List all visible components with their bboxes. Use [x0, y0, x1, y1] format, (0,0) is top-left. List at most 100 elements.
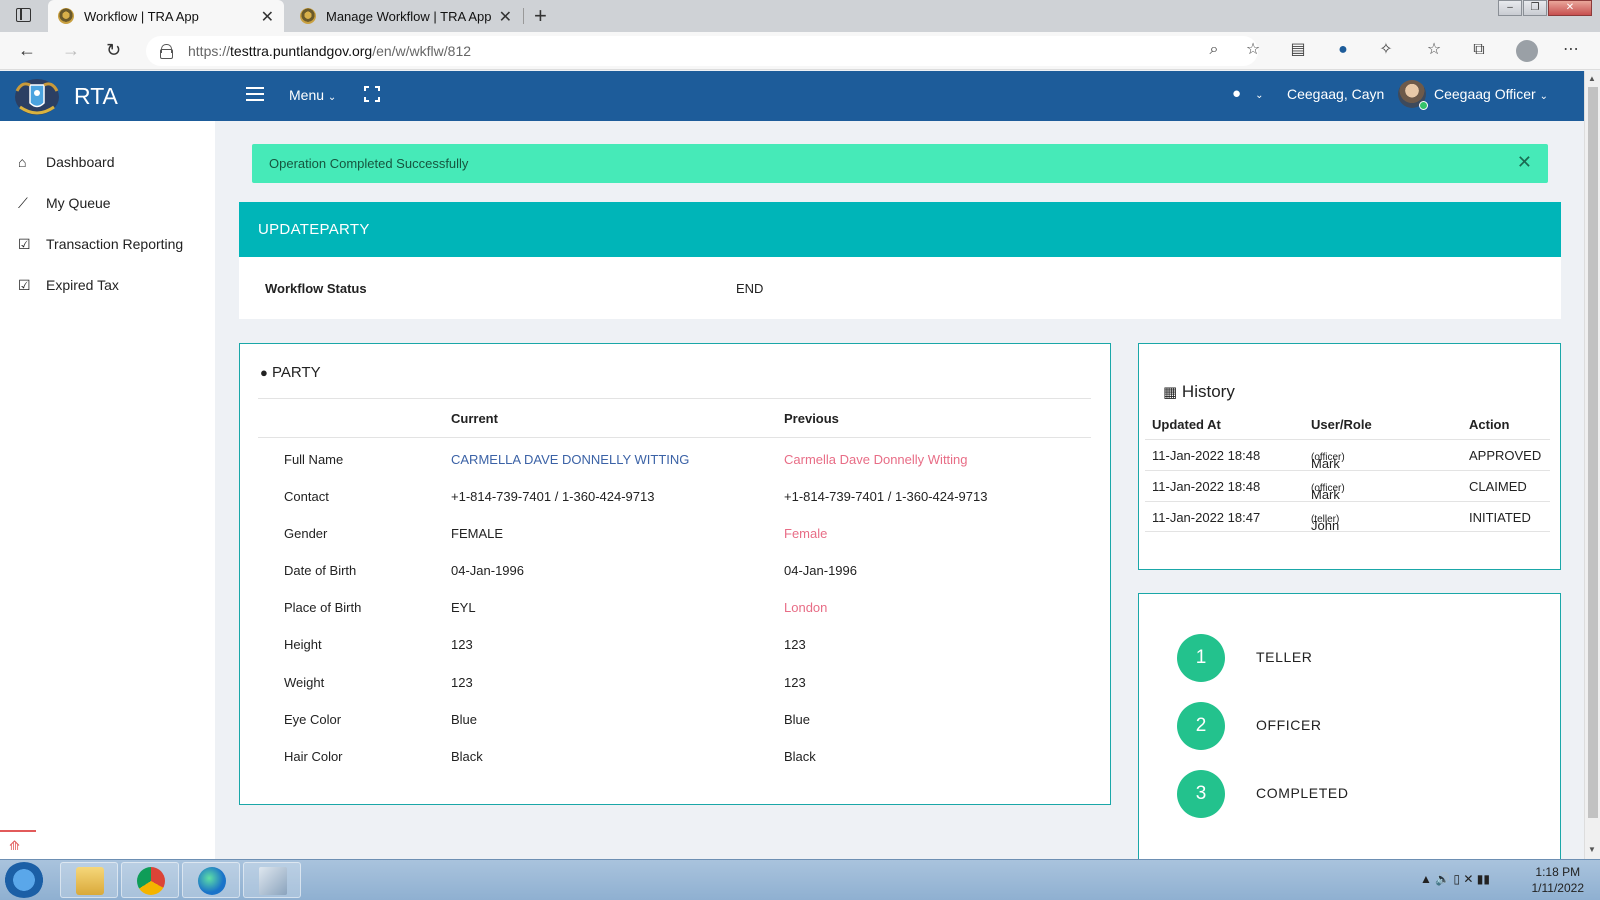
menu-label: Menu: [289, 87, 325, 103]
tra-favicon-icon: [58, 8, 74, 24]
step-number-badge: 3: [1177, 770, 1225, 818]
history-title: ▦ History: [1163, 382, 1235, 402]
sidebar-item-transaction-reporting[interactable]: ☑ Transaction Reporting: [0, 224, 215, 264]
sidebar-item-dashboard[interactable]: ⌂ Dashboard: [0, 142, 215, 182]
sidebar-item-label: Dashboard: [46, 154, 115, 170]
back-arrow-icon[interactable]: ←: [18, 40, 36, 61]
hamburger-menu-icon[interactable]: [246, 87, 264, 101]
password-manager-icon[interactable]: ●: [1334, 41, 1352, 59]
app-header: RTA Menu ⌄ ● ⌄ Ceegaag, Cayn Ceegaag Offi…: [0, 71, 1584, 121]
success-alert: Operation Completed Successfully ✕: [252, 144, 1548, 183]
sidebar-item-my-queue[interactable]: ⟋ My Queue: [0, 183, 215, 223]
chevron-down-icon: ⌄: [327, 92, 337, 103]
workflow-step: 2 OFFICER: [1177, 702, 1537, 750]
browser-address-bar: ← → ↻ https://testtra.puntlandgov.org/en…: [0, 32, 1600, 70]
history-title-text: History: [1181, 382, 1235, 401]
row-label-full-name: Full Name: [284, 452, 344, 467]
zoom-icon[interactable]: ⌕: [1205, 41, 1223, 59]
row-label-hair-color: Hair Color: [284, 749, 343, 764]
trend-icon: ⟋: [18, 194, 28, 211]
row-label-eye-color: Eye Color: [284, 712, 342, 727]
chrome-icon: [137, 867, 165, 895]
scroll-up-icon[interactable]: ▲: [1588, 74, 1596, 83]
browser-tab-bar: Workflow | TRA App ✕ Manage Workflow | T…: [0, 0, 1600, 32]
tab-actions-icon[interactable]: [16, 8, 31, 22]
close-alert-icon[interactable]: ✕: [1517, 152, 1532, 173]
hair-color-previous: Black: [784, 749, 816, 764]
row-label-place-of-birth: Place of Birth: [284, 600, 362, 615]
fullscreen-icon[interactable]: [364, 86, 380, 102]
home-icon: ⌂: [18, 154, 27, 170]
history-card: ▦ History Updated At User/Role Action 11…: [1138, 343, 1561, 570]
profile-icon[interactable]: [1516, 40, 1538, 62]
new-tab-icon[interactable]: +: [534, 3, 547, 29]
history-row: 11-Jan-2022 18:47 John (teller) INITIATE…: [1145, 501, 1550, 533]
close-window-button[interactable]: ✕: [1548, 0, 1592, 16]
windows-taskbar: ▲ 🔊 ▯ ✕ ▮▮ 1:18 PM 1/11/2022: [0, 859, 1600, 900]
taskbar-edge[interactable]: [182, 862, 240, 898]
restore-button[interactable]: ❐: [1523, 0, 1547, 16]
taskbar-clock[interactable]: 1:18 PM 1/11/2022: [1532, 864, 1585, 896]
clock-time: 1:18 PM: [1535, 865, 1581, 879]
history-updated-at: 11-Jan-2022 18:48: [1152, 479, 1261, 494]
forward-arrow-icon[interactable]: →: [62, 40, 80, 61]
favorites-icon[interactable]: ☆: [1425, 41, 1443, 59]
history-updated-at: 11-Jan-2022 18:48: [1152, 448, 1261, 463]
gender-current: FEMALE: [451, 526, 504, 541]
party-card: ● PARTY Current Previous Full Name CARME…: [239, 343, 1111, 805]
user-menu-dropdown[interactable]: Ceegaag Officer ⌄: [1434, 86, 1548, 102]
scroll-down-icon[interactable]: ▼: [1588, 845, 1596, 854]
close-tab-icon[interactable]: ✕: [499, 7, 512, 27]
user-short-name[interactable]: Ceegaag, Cayn: [1287, 86, 1384, 102]
full-name-current: CARMELLA DAVE DONNELLY WITTING: [451, 452, 690, 467]
collections-icon[interactable]: ⧉: [1470, 41, 1488, 59]
lock-icon[interactable]: [160, 44, 173, 59]
taskbar-app[interactable]: [243, 862, 301, 898]
windows-start-button[interactable]: [4, 862, 44, 898]
system-tray[interactable]: ▲ 🔊 ▯ ✕ ▮▮: [1420, 872, 1490, 886]
taskbar-chrome[interactable]: [121, 862, 179, 898]
puntland-emblem-logo: [15, 79, 59, 115]
divider: [258, 398, 1091, 399]
history-header-user-role: User/Role: [1311, 417, 1372, 432]
url-prefix: https://: [188, 43, 231, 59]
workflow-steps-card: 1 TELLER 2 OFFICER 3 COMPLETED: [1138, 593, 1561, 863]
hair-color-current: Black: [451, 749, 483, 764]
notepad-icon: [259, 867, 287, 895]
close-tab-icon[interactable]: ✕: [261, 7, 274, 27]
history-user: Mark (officer): [1311, 448, 1345, 471]
minimize-button[interactable]: –: [1498, 0, 1522, 16]
reading-list-icon[interactable]: ▤: [1289, 41, 1307, 59]
extensions-icon[interactable]: ✧: [1377, 41, 1395, 59]
browser-tab-manage-workflow[interactable]: Manage Workflow | TRA App ✕: [290, 0, 522, 32]
url-domain: testtra.puntlandgov.org: [230, 43, 373, 59]
user-avatar[interactable]: [1398, 80, 1428, 110]
page-scrollbar[interactable]: ▲ ▼: [1584, 71, 1600, 859]
workflow-title: UPDATEPARTY: [258, 221, 370, 238]
row-label-weight: Weight: [284, 675, 325, 690]
more-options-icon[interactable]: ⋯: [1562, 41, 1580, 59]
user-dropdown-icon[interactable]: ● ⌄: [1232, 85, 1263, 102]
brand-title[interactable]: RTA: [74, 83, 118, 110]
history-action: CLAIMED: [1469, 479, 1527, 494]
tab-title: Workflow | TRA App: [84, 8, 199, 24]
add-favorite-icon[interactable]: ☆: [1244, 41, 1262, 59]
date-of-birth-current: 04-Jan-1996: [451, 563, 524, 578]
weight-current: 123: [451, 675, 473, 690]
scrollbar-thumb[interactable]: [1588, 87, 1598, 818]
history-user-name: John: [1311, 518, 1340, 533]
history-user: Mark (officer): [1311, 479, 1345, 502]
taskbar-file-explorer[interactable]: [60, 862, 118, 898]
step-label: COMPLETED: [1256, 785, 1349, 801]
browser-tab-workflow[interactable]: Workflow | TRA App ✕: [48, 0, 284, 32]
laravel-debug-icon[interactable]: ⟰: [0, 830, 36, 859]
place-of-birth-current: EYL: [451, 600, 476, 615]
divider: [258, 437, 1091, 438]
url-field[interactable]: https://testtra.puntlandgov.org/en/w/wkf…: [146, 36, 1258, 66]
workflow-step: 1 TELLER: [1177, 634, 1537, 682]
menu-dropdown[interactable]: Menu ⌄: [289, 87, 336, 103]
reload-icon[interactable]: ↻: [106, 40, 121, 61]
step-label: OFFICER: [1256, 717, 1322, 733]
user-icon: ●: [260, 365, 268, 380]
sidebar-item-expired-tax[interactable]: ☑ Expired Tax: [0, 265, 215, 305]
